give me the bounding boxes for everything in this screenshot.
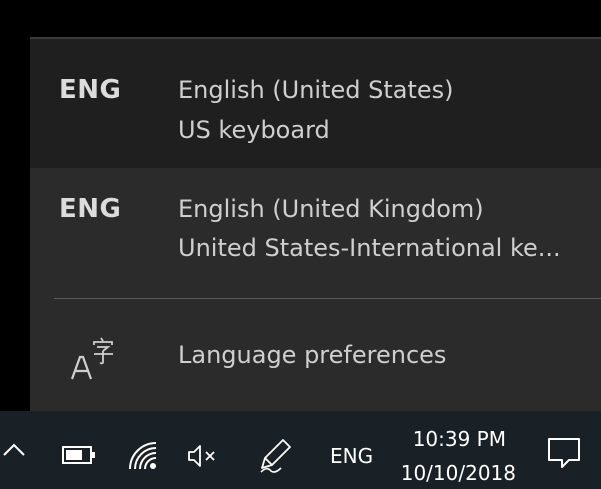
- input-indicator-button[interactable]: ENG: [330, 444, 373, 468]
- volume-muted-icon: [188, 445, 215, 467]
- screen: ENG English (United States) US keyboard …: [0, 0, 601, 489]
- pen-icon: [260, 439, 291, 473]
- taskbar: ENG 10:39 PM 10/10/2018: [0, 411, 601, 489]
- battery-icon: [62, 446, 95, 464]
- language-code: ENG: [59, 194, 122, 224]
- clock-button[interactable]: 10:39 PM 10/10/2018: [394, 423, 524, 485]
- battery-button[interactable]: [62, 446, 96, 464]
- language-item-en-us[interactable]: ENG English (United States) US keyboard: [30, 39, 601, 168]
- keyboard-layout: United States-International ke...: [178, 234, 561, 262]
- chevron-up-icon: [3, 443, 25, 456]
- clock-date: 10/10/2018: [400, 461, 516, 485]
- wifi-icon: [129, 442, 157, 470]
- keyboard-layout: US keyboard: [178, 116, 330, 144]
- language-preferences-label: Language preferences: [178, 341, 447, 369]
- notification-icon: [548, 438, 580, 468]
- language-item-en-gb[interactable]: ENG English (United Kingdom) United Stat…: [30, 168, 601, 297]
- language-code: ENG: [59, 75, 122, 105]
- show-hidden-icons-button[interactable]: [2, 441, 26, 457]
- clock-time: 10:39 PM: [412, 427, 506, 451]
- windows-ink-button[interactable]: [259, 438, 293, 474]
- language-preferences-link[interactable]: Language preferences: [30, 301, 601, 411]
- language-name: English (United States): [178, 76, 454, 104]
- language-icon: [70, 337, 116, 383]
- action-center-button[interactable]: [547, 437, 581, 469]
- language-flyout: ENG English (United States) US keyboard …: [30, 37, 601, 411]
- language-name: English (United Kingdom): [178, 195, 484, 223]
- divider: [54, 298, 601, 299]
- volume-button[interactable]: [187, 443, 221, 469]
- network-button[interactable]: [128, 441, 158, 471]
